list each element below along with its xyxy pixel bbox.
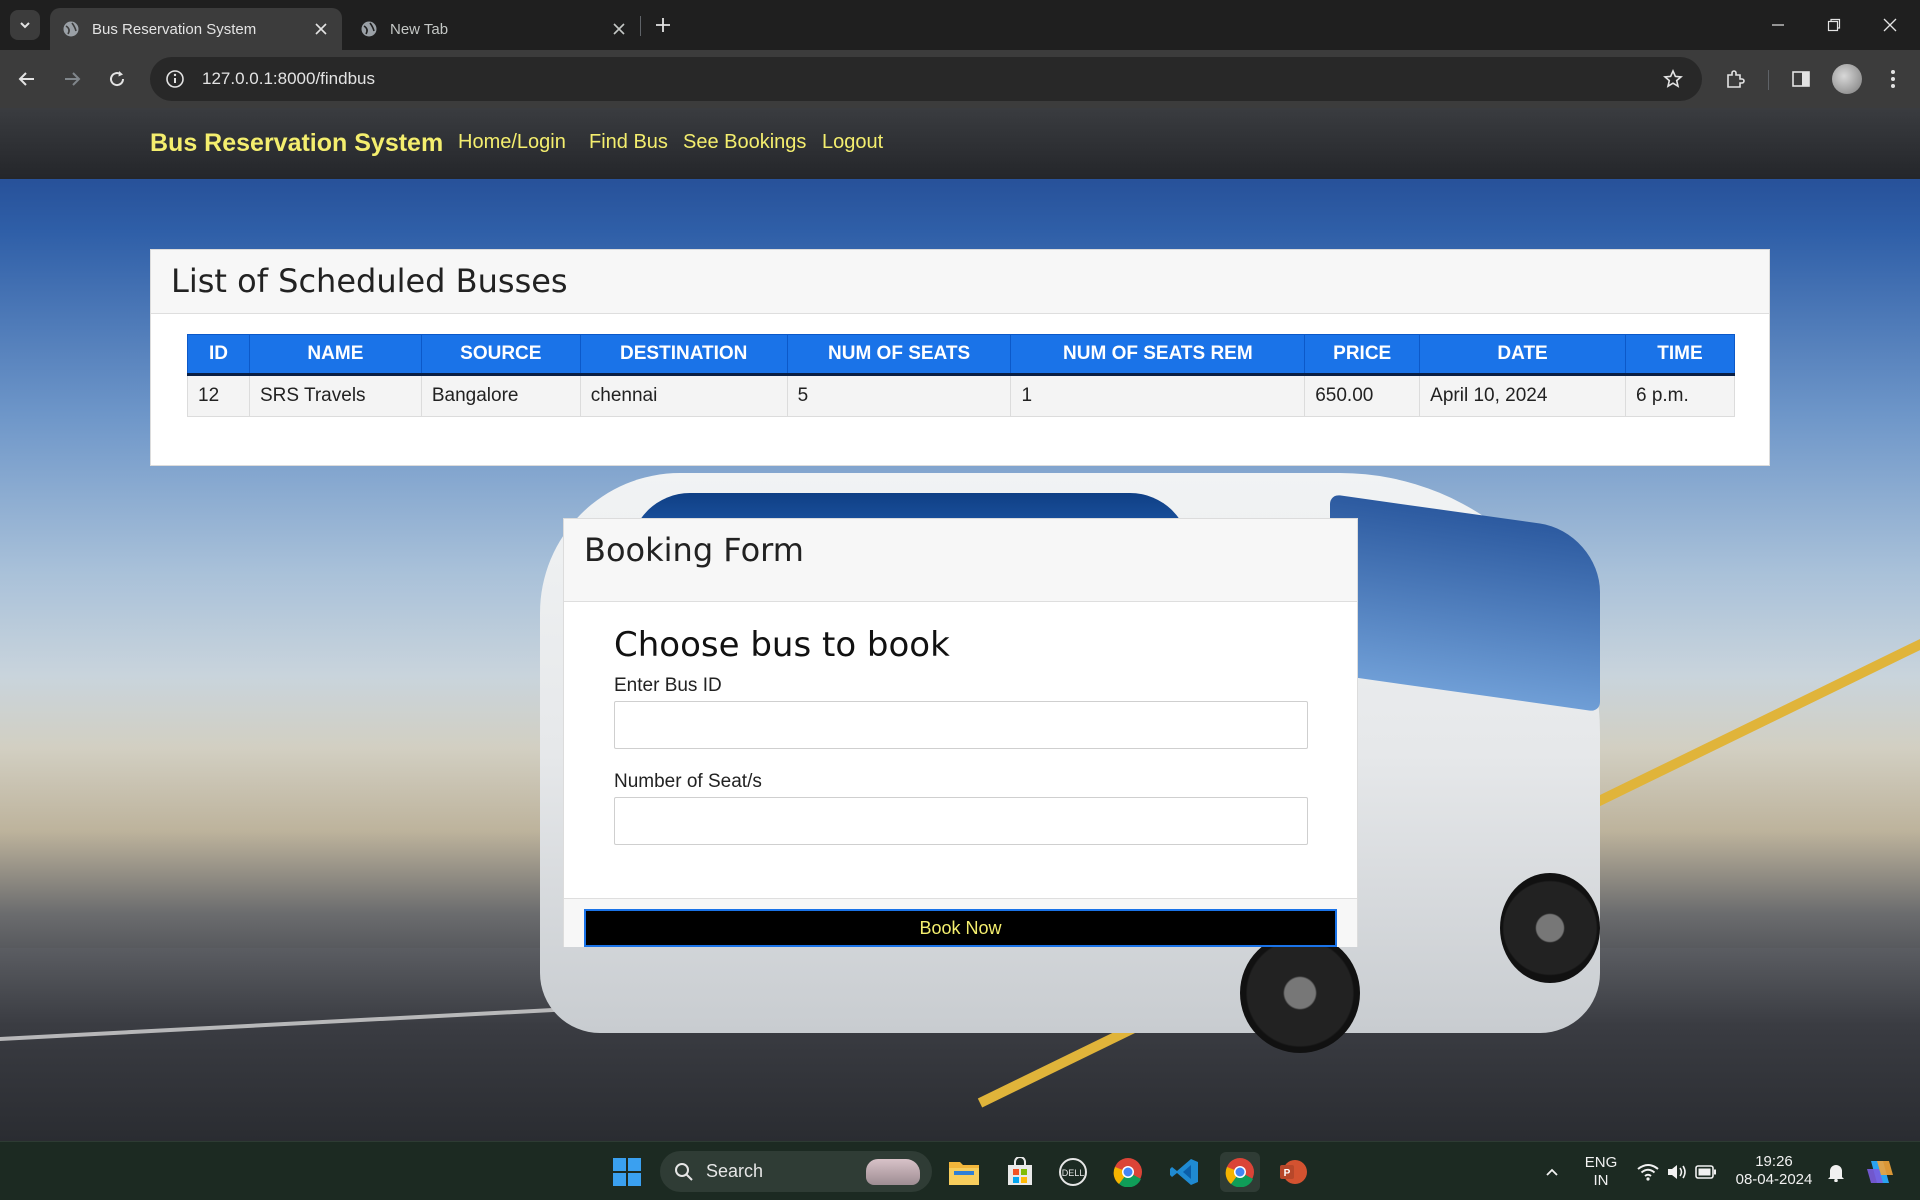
page-viewport: Bus Reservation System Home/Login Find B… bbox=[0, 108, 1920, 1141]
column-header: TIME bbox=[1624, 334, 1736, 376]
table-header-row: ID NAME SOURCE DESTINATION NUM OF SEATS … bbox=[187, 334, 1736, 376]
form-heading: Choose bus to book bbox=[614, 625, 950, 665]
restore-icon[interactable] bbox=[1806, 0, 1862, 50]
column-header: NUM OF SEATS bbox=[786, 334, 1012, 376]
clock[interactable]: 19:26 08-04-2024 bbox=[1728, 1153, 1820, 1189]
column-header: NAME bbox=[248, 334, 422, 376]
seats-input[interactable] bbox=[614, 797, 1308, 845]
vscode-icon[interactable] bbox=[1164, 1152, 1204, 1192]
globe-icon bbox=[360, 20, 378, 38]
scheduled-busses-card: List of Scheduled Busses ID NAME SOURCE … bbox=[150, 249, 1770, 466]
bookmark-star-icon[interactable] bbox=[1658, 64, 1688, 94]
cell-destination: chennai bbox=[579, 374, 788, 417]
dell-icon[interactable]: DELL bbox=[1053, 1152, 1093, 1192]
cell-name: SRS Travels bbox=[248, 374, 422, 417]
bus-id-label: Enter Bus ID bbox=[614, 675, 722, 696]
bus-id-input[interactable] bbox=[614, 701, 1308, 749]
column-header: SOURCE bbox=[420, 334, 581, 376]
book-now-button[interactable]: Book Now bbox=[584, 909, 1337, 947]
language-indicator[interactable]: ENG IN bbox=[1576, 1154, 1626, 1190]
minimize-icon[interactable] bbox=[1750, 0, 1806, 50]
show-hidden-icons-chevron-icon[interactable] bbox=[1532, 1152, 1572, 1192]
nav-find-bus[interactable]: Find Bus bbox=[589, 131, 668, 154]
cell-num-seats-rem: 1 bbox=[1010, 374, 1306, 417]
close-tab-icon[interactable] bbox=[312, 20, 330, 38]
globe-icon bbox=[62, 20, 80, 38]
tab-title: Bus Reservation System bbox=[92, 20, 257, 38]
forward-arrow-icon[interactable] bbox=[55, 62, 89, 96]
table-row: 12 SRS Travels Bangalore chennai 5 1 650… bbox=[187, 374, 1736, 417]
tab-title: New Tab bbox=[390, 20, 449, 38]
card-title: List of Scheduled Busses bbox=[171, 262, 568, 300]
clock-time: 19:26 bbox=[1755, 1153, 1793, 1170]
powerpoint-icon[interactable]: P bbox=[1273, 1152, 1313, 1192]
svg-text:P: P bbox=[1284, 1168, 1291, 1179]
file-explorer-icon[interactable] bbox=[944, 1152, 984, 1192]
windows-start-icon[interactable] bbox=[607, 1152, 647, 1192]
seats-label: Number of Seat/s bbox=[614, 771, 762, 792]
battery-icon[interactable] bbox=[1686, 1152, 1726, 1192]
windows-taskbar: Search DELL P ENG IN 19:26 08-04-2024 bbox=[0, 1141, 1920, 1200]
new-tab-plus-icon[interactable] bbox=[650, 12, 676, 38]
back-arrow-icon[interactable] bbox=[10, 62, 44, 96]
search-label: Search bbox=[706, 1161, 764, 1181]
tab-bus-reservation[interactable]: Bus Reservation System bbox=[50, 8, 342, 50]
cell-price: 650.00 bbox=[1304, 374, 1421, 417]
chrome-active-icon[interactable] bbox=[1220, 1152, 1260, 1192]
nav-see-bookings[interactable]: See Bookings bbox=[683, 131, 806, 154]
notification-bell-icon[interactable] bbox=[1816, 1152, 1856, 1192]
browser-toolbar: 127.0.0.1:8000/findbus bbox=[0, 50, 1920, 108]
column-header: DESTINATION bbox=[579, 334, 788, 376]
close-window-icon[interactable] bbox=[1862, 0, 1918, 50]
cell-id: 12 bbox=[187, 374, 250, 417]
booking-form-card: Booking Form Choose bus to book Enter Bu… bbox=[563, 518, 1358, 947]
site-brand[interactable]: Bus Reservation System bbox=[150, 129, 443, 158]
side-panel-icon[interactable] bbox=[1784, 62, 1818, 96]
microsoft-store-icon[interactable] bbox=[1000, 1152, 1040, 1192]
search-icon bbox=[675, 1162, 693, 1181]
column-header: ID bbox=[187, 334, 250, 376]
more-menu-icon[interactable] bbox=[1876, 62, 1910, 96]
card-header: Booking Form bbox=[564, 519, 1357, 602]
url-text[interactable]: 127.0.0.1:8000/findbus bbox=[202, 69, 1658, 89]
reload-icon[interactable] bbox=[100, 62, 134, 96]
extensions-puzzle-icon[interactable] bbox=[1718, 62, 1752, 96]
tab-separator bbox=[640, 16, 641, 36]
toolbar-separator bbox=[1768, 70, 1769, 90]
copilot-icon[interactable] bbox=[1860, 1152, 1900, 1192]
column-header: NUM OF SEATS REM bbox=[1010, 334, 1306, 376]
cell-num-seats: 5 bbox=[786, 374, 1012, 417]
booking-form: Choose bus to book Enter Bus ID Number o… bbox=[614, 625, 1309, 845]
chrome-icon[interactable] bbox=[1108, 1152, 1148, 1192]
search-highlight-image bbox=[866, 1159, 920, 1185]
column-header: DATE bbox=[1419, 334, 1626, 376]
nav-home-login[interactable]: Home/Login bbox=[458, 131, 566, 154]
busses-table: ID NAME SOURCE DESTINATION NUM OF SEATS … bbox=[187, 334, 1736, 417]
language-bottom: IN bbox=[1593, 1172, 1609, 1189]
cell-date: April 10, 2024 bbox=[1419, 374, 1626, 417]
taskbar-search[interactable]: Search bbox=[660, 1151, 932, 1192]
cell-source: Bangalore bbox=[420, 374, 581, 417]
card-header: List of Scheduled Busses bbox=[151, 250, 1769, 314]
site-navbar: Bus Reservation System Home/Login Find B… bbox=[0, 108, 1920, 179]
profile-avatar[interactable] bbox=[1832, 64, 1862, 94]
nav-logout[interactable]: Logout bbox=[822, 131, 883, 154]
tab-search-chevron-icon[interactable] bbox=[10, 10, 40, 40]
tab-new-tab[interactable]: New Tab bbox=[348, 8, 640, 50]
clock-date: 08-04-2024 bbox=[1735, 1171, 1813, 1188]
site-info-icon[interactable] bbox=[164, 68, 186, 90]
column-header: PRICE bbox=[1304, 334, 1421, 376]
svg-text:DELL: DELL bbox=[1062, 1168, 1085, 1178]
cell-time: 6 p.m. bbox=[1624, 374, 1736, 417]
address-bar[interactable]: 127.0.0.1:8000/findbus bbox=[150, 57, 1702, 101]
card-footer: Book Now bbox=[564, 898, 1357, 947]
language-top: ENG bbox=[1584, 1154, 1618, 1171]
close-tab-icon[interactable] bbox=[610, 20, 628, 38]
card-title: Booking Form bbox=[584, 531, 804, 569]
browser-tabstrip: Bus Reservation System New Tab bbox=[0, 0, 1920, 50]
